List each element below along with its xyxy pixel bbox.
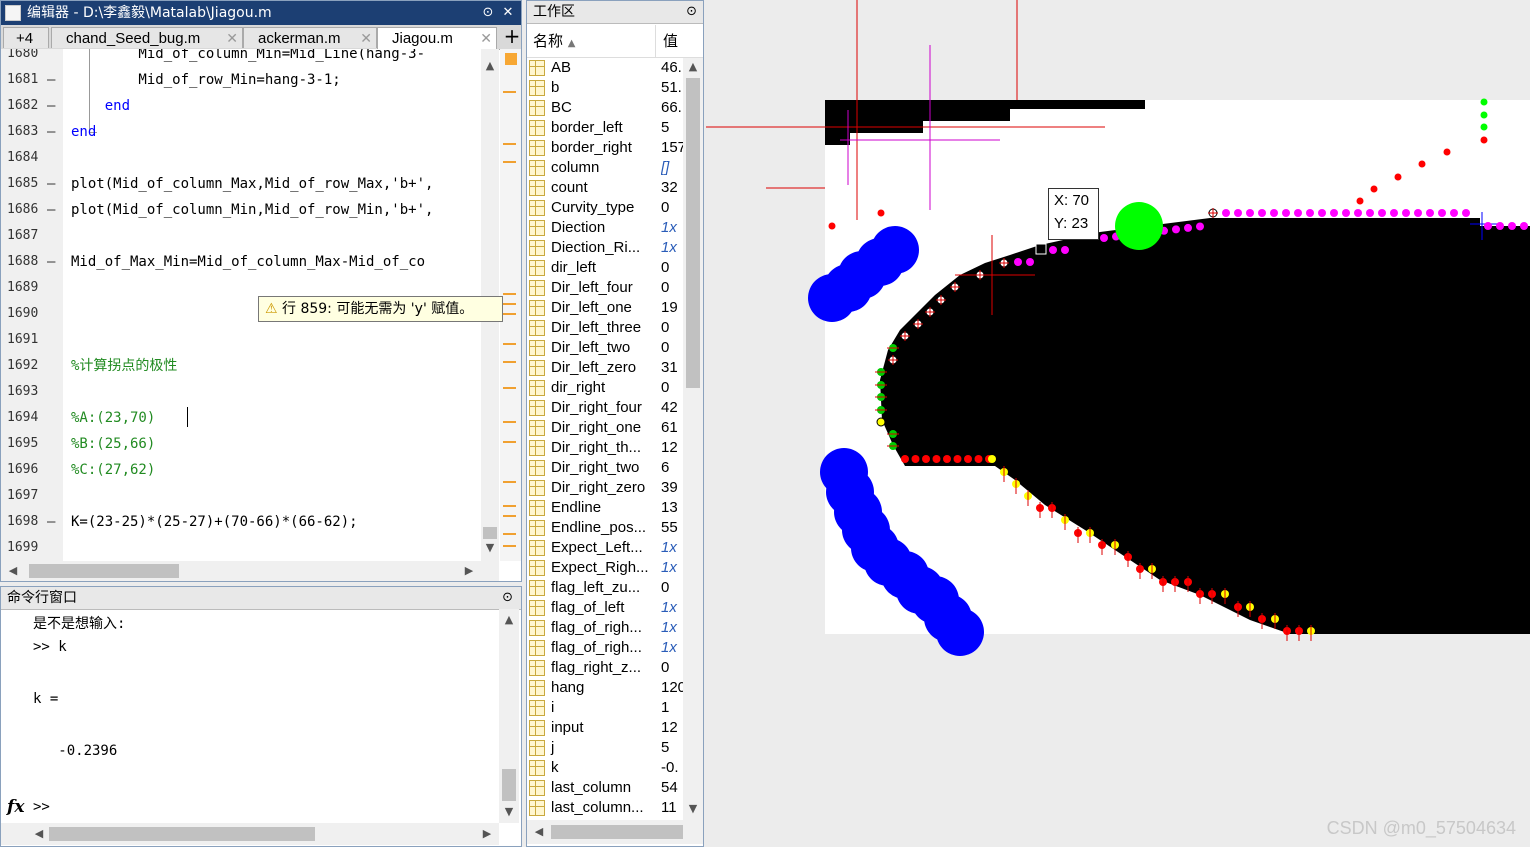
- edge-point: [1508, 222, 1516, 230]
- edge-point: [988, 455, 996, 463]
- edge-point: [1462, 209, 1470, 217]
- edge-point: [1318, 209, 1326, 217]
- edge-point: [1258, 209, 1266, 217]
- edge-point: [1414, 209, 1422, 217]
- track-figure[interactable]: [0, 0, 1530, 847]
- edge-point: [1294, 209, 1302, 217]
- edge-point: [943, 455, 951, 463]
- edge-point: [1496, 222, 1504, 230]
- edge-point: [877, 209, 885, 217]
- edge-point: [1443, 148, 1451, 156]
- edge-point: [1402, 209, 1410, 217]
- edge-point: [1014, 258, 1022, 266]
- edge-point: [1356, 197, 1364, 205]
- edge-point: [1342, 209, 1350, 217]
- edge-point: [1049, 246, 1057, 254]
- edge-point: [1246, 209, 1254, 217]
- edge-point: [1378, 209, 1386, 217]
- edge-point: [932, 455, 941, 463]
- edge-point: [1484, 222, 1492, 230]
- data-tip-y: Y: 23: [1054, 215, 1089, 232]
- edge-point: [1394, 173, 1402, 181]
- edge-point: [1426, 209, 1434, 217]
- edge-point: [974, 455, 983, 463]
- edge-point: [1184, 223, 1192, 232]
- edge-point: [1438, 209, 1446, 217]
- edge-point: [1270, 209, 1278, 217]
- edge-point: [1390, 209, 1398, 217]
- edge-point: [1418, 160, 1426, 168]
- data-tip-x: X: 70: [1054, 192, 1090, 209]
- edge-point: [1222, 209, 1230, 217]
- edge-point: [953, 455, 962, 463]
- selected-point: [1035, 243, 1047, 255]
- edge-point: [1520, 222, 1528, 230]
- edge-point: [1480, 123, 1488, 131]
- edge-point: [1306, 209, 1314, 217]
- edge-point: [1234, 209, 1242, 217]
- blue-marker: [936, 608, 984, 656]
- edge-point: [1480, 136, 1488, 144]
- edge-point: [1366, 209, 1374, 217]
- edge-point: [964, 455, 972, 463]
- edge-point: [901, 455, 909, 463]
- watermark: CSDN @m0_57504634: [1326, 818, 1516, 838]
- edge-point: [1100, 234, 1108, 242]
- edge-point: [1450, 209, 1458, 217]
- track-edge-strip: [825, 100, 1145, 109]
- blue-marker: [808, 274, 856, 322]
- edge-point: [1282, 209, 1290, 217]
- edge-point: [1330, 209, 1338, 217]
- edge-point: [911, 455, 920, 463]
- edge-point: [876, 417, 886, 427]
- edge-point: [1354, 209, 1362, 217]
- edge-point: [1172, 225, 1180, 234]
- edge-point: [1196, 222, 1204, 231]
- edge-point: [1061, 246, 1069, 254]
- data-tip[interactable]: X: 70 Y: 23: [1048, 188, 1099, 240]
- edge-point: [828, 222, 836, 230]
- track-edge-strip: [825, 133, 850, 145]
- track-edge-strip: [825, 109, 1010, 121]
- edge-point: [1026, 258, 1034, 266]
- edge-point: [1370, 185, 1378, 193]
- edge-point: [1480, 111, 1488, 119]
- edge-point: [922, 455, 930, 463]
- edge-point: [1480, 98, 1488, 106]
- green-marker: [1115, 202, 1163, 250]
